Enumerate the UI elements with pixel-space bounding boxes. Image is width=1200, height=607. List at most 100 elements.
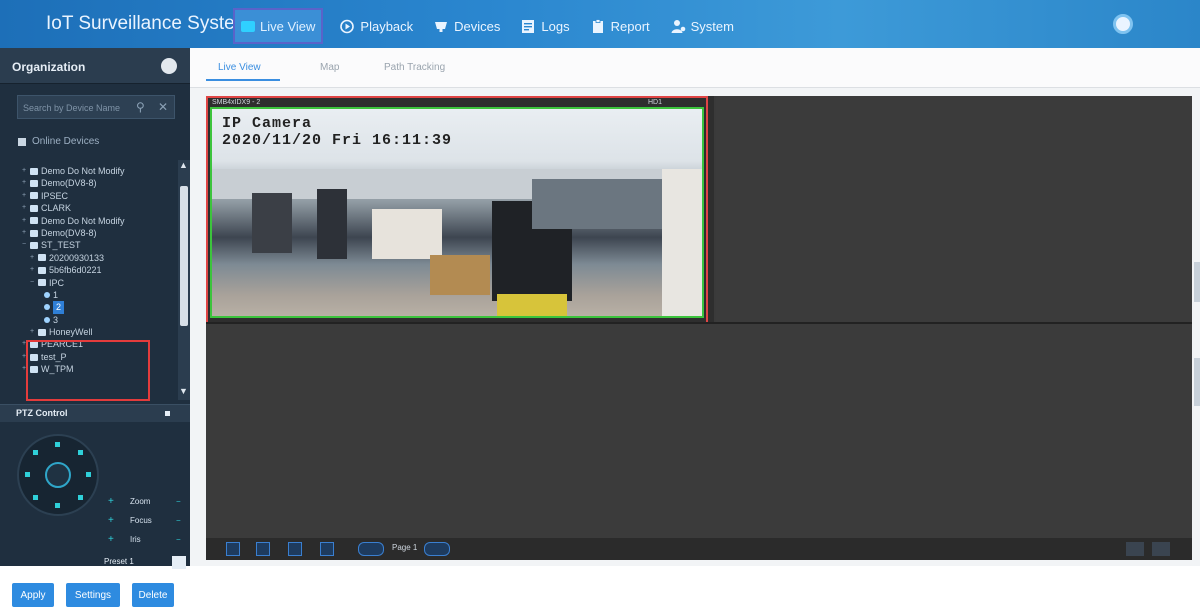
tree-node[interactable]: +5b6fb6d0221 <box>22 264 174 276</box>
camera-icon <box>44 292 50 299</box>
ptz-down-arrow[interactable] <box>55 503 60 508</box>
device-icon <box>30 180 38 188</box>
settings-button[interactable]: Settings <box>66 583 120 607</box>
ptz-iris-row: + Iris − <box>108 534 181 545</box>
tree-node[interactable]: + Demo Do Not Modify <box>22 165 174 177</box>
tab-live-view[interactable]: Live View <box>218 62 261 73</box>
layout-2x2-icon[interactable] <box>256 542 270 556</box>
ptz-right-arrow[interactable] <box>86 472 91 477</box>
nav-label: Devices <box>454 18 501 34</box>
side-handle[interactable] <box>1194 358 1200 406</box>
ptz-center-button[interactable] <box>45 462 71 488</box>
ptz-up-left-arrow[interactable] <box>33 450 38 455</box>
prev-page-icon[interactable] <box>358 542 384 556</box>
ptz-up-arrow[interactable] <box>55 442 60 447</box>
device-icon <box>38 328 46 336</box>
preset-select[interactable]: Preset 1 <box>104 557 134 566</box>
video-pane-1[interactable]: SMB4xIDX9 - 2 HD1 IP Camera 2020/11/20 F… <box>206 96 714 324</box>
tree-node[interactable]: − ST_TEST <box>22 239 174 251</box>
video-grid: SMB4xIDX9 - 2 HD1 IP Camera 2020/11/20 F… <box>206 96 1192 560</box>
nav-system[interactable]: System <box>666 11 738 41</box>
layout-4x4-icon[interactable] <box>320 542 334 556</box>
online-devices-row[interactable]: Online Devices <box>18 136 99 147</box>
user-account-icon[interactable] <box>1113 14 1133 34</box>
report-icon <box>590 18 606 34</box>
refresh-icon[interactable] <box>1126 542 1144 556</box>
side-handle[interactable] <box>1194 262 1200 302</box>
tab-path-tracking[interactable]: Path Tracking <box>384 62 445 73</box>
device-icon <box>30 204 38 212</box>
nav-logs[interactable]: Logs <box>516 11 573 41</box>
tree-node[interactable]: + CLARK <box>22 202 174 214</box>
online-devices-label: Online Devices <box>32 136 100 147</box>
nav-report[interactable]: Report <box>586 11 654 41</box>
nav-live-view[interactable]: Live View <box>233 8 324 44</box>
delete-button[interactable]: Delete <box>132 583 174 607</box>
ptz-header[interactable]: PTZ Control <box>0 404 190 422</box>
minus-icon[interactable]: − <box>176 497 181 506</box>
device-icon <box>30 229 38 237</box>
active-tab-underline <box>206 79 280 81</box>
checkbox-icon[interactable] <box>18 137 26 146</box>
collapse-icon[interactable] <box>165 411 170 416</box>
tree-camera-node-selected[interactable]: 2 <box>22 301 174 314</box>
view-tabs: Live View Map Path Tracking <box>190 48 1200 88</box>
chevron-down-icon[interactable] <box>172 556 186 569</box>
plus-icon[interactable]: + <box>108 496 130 507</box>
minus-icon[interactable]: − <box>176 516 181 525</box>
tree-scrollbar[interactable]: ▲ ▼ <box>178 160 190 400</box>
scrollbar-thumb[interactable] <box>180 186 188 326</box>
organization-title: Organization <box>12 60 86 74</box>
tab-map[interactable]: Map <box>320 62 339 73</box>
tree-camera-node[interactable]: 3 <box>22 314 174 326</box>
tree-node[interactable]: +20200930133 <box>22 252 174 264</box>
ptz-down-right-arrow[interactable] <box>78 495 83 500</box>
clear-icon[interactable]: ✕ <box>158 100 168 114</box>
minus-icon[interactable]: − <box>176 535 181 544</box>
ptz-direction-dial[interactable] <box>17 434 99 516</box>
plus-icon[interactable]: + <box>108 534 130 545</box>
ptz-down-left-arrow[interactable] <box>33 495 38 500</box>
tree-node[interactable]: + Demo Do Not Modify <box>22 215 174 227</box>
app-title: IoT Surveillance System <box>46 13 251 34</box>
device-search: ⚲ ✕ <box>17 95 175 119</box>
tree-node[interactable]: + Demo(DV8-8) <box>22 227 174 239</box>
device-icon <box>30 192 38 200</box>
tree-camera-node[interactable]: 1 <box>22 289 174 301</box>
grid-toolbar: Page 1 <box>206 538 1192 560</box>
settings-wrench-icon[interactable] <box>1152 542 1170 556</box>
tree-node[interactable]: − IPC <box>22 277 174 289</box>
nav-label: Logs <box>541 18 570 34</box>
globe-icon[interactable] <box>161 58 177 74</box>
layout-1x1-icon[interactable] <box>226 542 240 556</box>
device-icon <box>38 254 46 262</box>
chevron-up-icon[interactable]: ▲ <box>179 160 188 170</box>
playback-icon <box>339 19 355 34</box>
ptz-lens-controls: + Zoom − + Focus − + Iris − <box>108 492 188 549</box>
plus-icon[interactable]: + <box>108 515 130 526</box>
nav-label: Report <box>610 18 650 34</box>
apply-button[interactable]: Apply <box>12 583 54 607</box>
video-pane-3[interactable] <box>206 324 1192 538</box>
ptz-up-right-arrow[interactable] <box>78 450 83 455</box>
nav-devices[interactable]: Devices <box>429 11 504 41</box>
layout-3x3-icon[interactable] <box>288 542 302 556</box>
tree-node[interactable]: + HoneyWell <box>22 326 174 338</box>
ptz-title: PTZ Control <box>16 408 68 418</box>
main-nav: Live View Playback Devices Logs Report S… <box>233 8 750 44</box>
tree-node[interactable]: + Demo(DV8-8) <box>22 177 174 189</box>
top-bar: IoT Surveillance System Live View Playba… <box>0 0 1200 48</box>
next-page-icon[interactable] <box>424 542 450 556</box>
ptz-left-arrow[interactable] <box>25 472 30 477</box>
nav-playback[interactable]: Playback <box>335 11 417 41</box>
organization-header: Organization <box>0 48 190 84</box>
search-icon[interactable]: ⚲ <box>136 100 145 114</box>
video-pane-2[interactable] <box>716 96 1192 322</box>
ptz-zoom-row: + Zoom − <box>108 496 181 507</box>
chevron-down-icon[interactable]: ▼ <box>179 386 188 396</box>
ptz-focus-row: + Focus − <box>108 515 181 526</box>
device-search-input[interactable] <box>23 100 127 116</box>
tree-node[interactable]: + IPSEC <box>22 190 174 202</box>
nav-label: System <box>690 18 734 34</box>
page-indicator: Page 1 <box>392 543 418 552</box>
